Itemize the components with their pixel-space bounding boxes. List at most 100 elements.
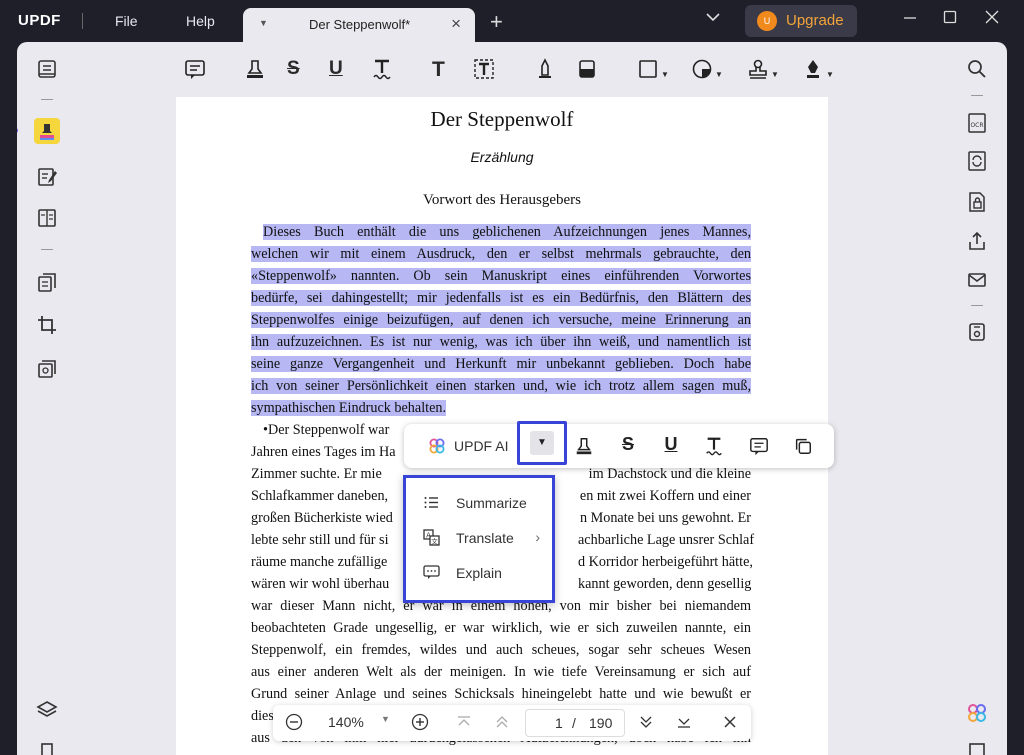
sidebar-separator — [41, 99, 53, 100]
total-pages: 190 — [589, 715, 613, 731]
logo-text: UPDF — [18, 12, 61, 29]
sticker-tool-icon[interactable]: ▼ — [691, 58, 723, 84]
close-window-icon[interactable] — [985, 10, 999, 29]
text-line: d Korridor herbeigeführt hätte, — [578, 554, 753, 570]
text-line: Steppenwolfes einige beizufügen, auf den… — [251, 312, 751, 328]
stamp-tool-icon[interactable]: ▼ — [747, 58, 779, 84]
underline-tool-icon[interactable]: U — [329, 58, 343, 84]
save-icon[interactable] — [964, 319, 990, 345]
convert-icon[interactable] — [964, 148, 990, 174]
list-icon — [424, 497, 438, 508]
text-line: en mit zwei Koffern und einer — [579, 488, 751, 504]
shape-tool-icon[interactable]: ▼ — [637, 58, 669, 84]
text-line: bedürfe, sei dahingestellt; mir jedenfal… — [251, 290, 751, 306]
search-icon[interactable] — [964, 56, 990, 82]
organize-pages-icon[interactable] — [34, 270, 60, 296]
ai-dropdown-button[interactable]: ▼ — [517, 421, 567, 465]
highlight-tool-icon[interactable] — [244, 58, 266, 84]
document-title: Der Steppenwolf — [430, 107, 574, 131]
updf-ai-logo-icon — [429, 438, 445, 454]
text-line: ihn aufzuzeichnen. Es ist nur wenig, was… — [251, 334, 751, 350]
email-icon[interactable] — [964, 267, 990, 293]
upgrade-label: Upgrade — [786, 12, 844, 29]
previous-page-icon[interactable] — [493, 713, 511, 733]
copy-icon[interactable] — [791, 434, 815, 458]
right-sidebar: OCR — [949, 42, 1007, 755]
strikethrough-tool-icon[interactable]: S — [616, 434, 640, 458]
sidebar-separator — [41, 249, 53, 250]
text-line: sympathischen Eindruck behalten. — [251, 400, 447, 416]
text-line: n Monate bei uns gewohnt. Er — [579, 510, 751, 526]
reader-icon[interactable] — [34, 56, 60, 82]
menu-item-translate[interactable]: A文 Translate › — [406, 520, 552, 555]
squiggly-tool-icon[interactable] — [702, 434, 726, 458]
title-bar: UPDF File Help ▼ Der Steppenwolf* × + U … — [0, 0, 1024, 42]
menu-item-label: Explain — [456, 565, 502, 581]
upgrade-button[interactable]: U Upgrade — [745, 5, 857, 37]
svg-text:文: 文 — [431, 537, 438, 546]
minimize-icon[interactable] — [903, 10, 917, 29]
menu-help[interactable]: Help — [186, 13, 215, 29]
comment-icon[interactable] — [747, 434, 771, 458]
ocr-icon[interactable]: OCR — [964, 110, 990, 136]
paragraph-right-fragments: im Dachstock und die kleine en mit zwei … — [578, 463, 755, 595]
first-page-icon[interactable] — [455, 713, 473, 733]
sidebar-separator — [971, 305, 983, 306]
pencil-tool-icon[interactable] — [534, 58, 556, 84]
updf-ai-icon[interactable] — [964, 700, 990, 726]
next-page-icon[interactable] — [637, 713, 655, 733]
last-page-icon[interactable] — [675, 713, 693, 733]
menu-item-summarize[interactable]: Summarize — [406, 485, 552, 520]
watermark-icon[interactable] — [34, 356, 60, 382]
zoom-in-icon[interactable] — [411, 713, 429, 733]
new-tab-icon[interactable]: + — [490, 9, 503, 35]
menu-file[interactable]: File — [115, 13, 138, 29]
signature-tool-icon[interactable]: ▼ — [802, 58, 834, 84]
comments-panel-icon[interactable] — [964, 739, 990, 755]
note-tool-icon[interactable] — [184, 58, 206, 84]
text-line: Dieses Buch enthält die uns geblichenen … — [263, 224, 751, 240]
chevron-down-icon[interactable] — [706, 10, 720, 25]
tab-caret-icon[interactable]: ▼ — [259, 18, 268, 28]
document-tab[interactable]: ▼ Der Steppenwolf* × — [243, 8, 475, 42]
annotation-toolbar: S U T ▼ ▼ ▼ ▼ — [177, 52, 847, 92]
menu-item-label: Translate — [456, 530, 514, 546]
current-page: 1 — [555, 715, 563, 731]
textbox-tool-icon[interactable] — [473, 58, 495, 84]
close-navigation-icon[interactable] — [721, 713, 739, 733]
maximize-icon[interactable] — [943, 10, 957, 29]
text-line: achbarliche Lage unsrer Schlaf — [578, 532, 755, 548]
document-subtitle: Erzählung — [470, 149, 534, 165]
highlighted-paragraph[interactable]: Dieses Buch enthält die uns geblichenen … — [251, 221, 751, 419]
bookmark-icon[interactable] — [34, 739, 60, 755]
zoom-dropdown-icon[interactable]: ▼ — [381, 714, 390, 734]
crop-icon[interactable] — [34, 312, 60, 338]
zoom-level[interactable]: 140% — [328, 714, 364, 734]
highlight-tool-icon[interactable] — [572, 434, 596, 458]
updf-logo[interactable]: UPDF — [18, 12, 61, 29]
text-tool-icon[interactable]: T — [432, 58, 445, 84]
menu-item-explain[interactable]: Explain — [406, 555, 552, 590]
caret-down-icon: ▼ — [530, 431, 554, 455]
menu-item-label: Summarize — [456, 495, 527, 511]
zoom-out-icon[interactable] — [285, 713, 303, 733]
squiggly-tool-icon[interactable] — [371, 58, 393, 84]
protect-icon[interactable] — [964, 189, 990, 215]
eraser-tool-icon[interactable] — [576, 58, 598, 84]
text-line: «Steppenwolf» nannten. Ob sein Manuskrip… — [251, 268, 751, 284]
comment-tool-icon[interactable] — [34, 118, 60, 144]
share-icon[interactable] — [964, 228, 990, 254]
chevron-right-icon: › — [535, 529, 540, 545]
page-number-input[interactable]: 1 / 190 — [525, 709, 625, 737]
form-icon[interactable] — [34, 205, 60, 231]
layers-icon[interactable] — [34, 697, 60, 723]
updf-ai-button[interactable]: UPDF AI — [454, 438, 508, 454]
left-sidebar — [17, 42, 75, 755]
sidebar-separator — [971, 95, 983, 96]
strikethrough-tool-icon[interactable]: S — [287, 58, 300, 84]
edit-pdf-icon[interactable] — [34, 164, 60, 190]
underline-tool-icon[interactable]: U — [659, 434, 683, 458]
tab-close-icon[interactable]: × — [451, 14, 461, 34]
explain-icon — [423, 565, 440, 579]
svg-text:OCR: OCR — [970, 122, 983, 129]
